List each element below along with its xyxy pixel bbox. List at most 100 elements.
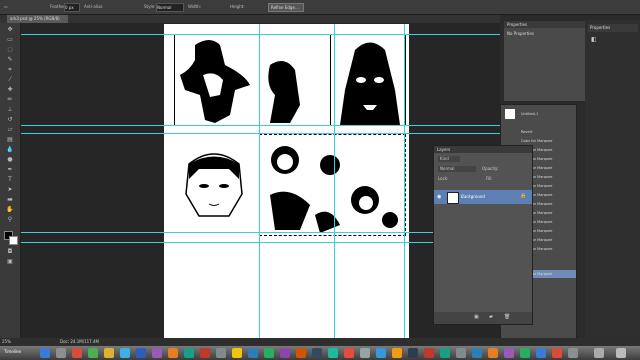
history-brush-icon[interactable]: ↺ (6, 117, 14, 123)
trash-dock-icon[interactable] (616, 348, 626, 358)
vertical-guide[interactable] (404, 24, 405, 339)
quick-mask-icon[interactable]: ◘ (6, 249, 14, 255)
app-icon[interactable] (472, 348, 482, 358)
brush-tool-icon[interactable]: ✏ (6, 97, 14, 103)
app-icon[interactable] (264, 348, 274, 358)
app-icon[interactable] (280, 348, 290, 358)
app-icon[interactable] (88, 348, 98, 358)
horizontal-guide[interactable] (21, 34, 500, 35)
antialias-checkbox[interactable]: Anti-alias (84, 4, 103, 9)
photoshop-icon[interactable] (136, 348, 146, 358)
zoom-level[interactable]: 25% (2, 338, 11, 346)
app-icon[interactable] (424, 348, 434, 358)
lasso-tool-icon[interactable]: ◌ (6, 47, 14, 53)
properties-panel: Properties No Properties (503, 20, 587, 102)
layer-row[interactable]: ◉ Background 🔒 (434, 190, 532, 204)
vertical-guide[interactable] (334, 24, 335, 339)
app-icon[interactable] (440, 348, 450, 358)
marquee-selection[interactable] (259, 134, 406, 236)
new-layer-icon[interactable]: ▣ (474, 314, 479, 320)
app-icon[interactable] (568, 348, 578, 358)
app-icon[interactable] (488, 348, 498, 358)
dodge-tool-icon[interactable]: ● (6, 157, 14, 163)
trash-icon[interactable]: 🗑 (504, 314, 510, 320)
folder-icon[interactable]: ▰ (489, 314, 493, 320)
properties-title[interactable]: Properties (504, 21, 586, 28)
screen-mode-icon[interactable]: ▣ (6, 259, 14, 265)
app-icon[interactable] (360, 348, 370, 358)
history-item[interactable]: Color for Marquee (521, 137, 576, 145)
launchpad-icon[interactable] (56, 348, 66, 358)
vertical-guide[interactable] (259, 24, 260, 339)
app-icon[interactable] (504, 348, 514, 358)
healing-tool-icon[interactable]: ✚ (6, 87, 14, 93)
safari-icon[interactable] (120, 348, 130, 358)
layers-footer: ▣ ▰ 🗑 (434, 312, 532, 324)
app-icon[interactable] (344, 348, 354, 358)
app-icon[interactable] (312, 348, 322, 358)
horizontal-guide[interactable] (21, 232, 500, 233)
app-icon[interactable] (520, 348, 530, 358)
snapshot-label[interactable]: Untitled-1 (521, 110, 576, 118)
document-page[interactable] (164, 24, 409, 339)
app-icon[interactable] (104, 348, 114, 358)
app-icon[interactable] (152, 348, 162, 358)
app-icon[interactable] (232, 348, 242, 358)
properties-tab[interactable]: Properties (588, 24, 638, 32)
app-icon[interactable] (392, 348, 402, 358)
snapshot-thumbnail[interactable] (505, 109, 515, 119)
app-icon[interactable] (328, 348, 338, 358)
eyedropper-tool-icon[interactable]: ⁄ (6, 77, 14, 83)
marquee-tool-icon[interactable]: ▭ (4, 4, 8, 9)
hand-tool-icon[interactable]: ✋ (6, 207, 14, 213)
layers-title[interactable]: Layers (434, 146, 532, 153)
shape-tool-icon[interactable]: ▬ (6, 197, 14, 203)
blur-tool-icon[interactable]: 💧 (6, 147, 14, 153)
photo-frame-1[interactable] (174, 34, 331, 126)
type-tool-icon[interactable]: T (6, 177, 14, 183)
layer-filter-select[interactable]: Kind (438, 156, 460, 162)
app-icon[interactable] (456, 348, 466, 358)
stamp-tool-icon[interactable]: ⊥ (6, 107, 14, 113)
app-icon[interactable] (552, 348, 562, 358)
app-icon[interactable] (184, 348, 194, 358)
finder-icon[interactable] (40, 348, 50, 358)
background-color-swatch[interactable] (9, 236, 18, 245)
history-item[interactable]: Revert (521, 128, 576, 136)
quick-select-tool-icon[interactable]: ✎ (6, 57, 14, 63)
photo-frame-3[interactable] (174, 144, 254, 224)
gradient-tool-icon[interactable]: ▤ (6, 137, 14, 143)
face-sketch (185, 153, 243, 217)
app-icon[interactable] (72, 348, 82, 358)
app-icon[interactable] (248, 348, 258, 358)
app-icon[interactable] (296, 348, 306, 358)
zoom-tool-icon[interactable]: ⚲ (6, 217, 14, 223)
downloads-icon[interactable] (594, 348, 604, 358)
crop-tool-icon[interactable]: ⌗ (6, 67, 14, 73)
layer-name[interactable]: Background (461, 194, 485, 199)
pen-tool-icon[interactable]: ✒ (6, 167, 14, 173)
horizontal-guide[interactable] (21, 133, 500, 134)
path-select-icon[interactable]: ➤ (6, 187, 14, 193)
marquee-tool-icon[interactable]: ▭ (6, 37, 14, 43)
style-select[interactable]: Normal (156, 3, 184, 12)
document-tab[interactable]: ark3.psd @ 25% (RGB/8) (7, 15, 68, 23)
app-icon[interactable] (376, 348, 386, 358)
adjustment-icon[interactable]: ◧ (591, 36, 601, 44)
horizontal-guide[interactable] (21, 125, 500, 126)
refine-edge-button[interactable]: Refine Edge... (268, 3, 304, 12)
app-icon[interactable] (216, 348, 226, 358)
photo-frame-2[interactable] (334, 34, 406, 126)
lock-label: Lock: (438, 176, 449, 181)
move-tool-icon[interactable]: ✥ (6, 27, 14, 33)
app-icon[interactable] (168, 348, 178, 358)
app-icon[interactable] (200, 348, 210, 358)
timeline-label[interactable]: Timeline (4, 349, 21, 354)
visibility-eye-icon[interactable]: ◉ (437, 194, 441, 200)
app-icon[interactable] (536, 348, 546, 358)
feather-input[interactable]: 0 px (64, 3, 80, 12)
blend-mode-select[interactable]: Normal (438, 166, 476, 172)
eraser-tool-icon[interactable]: ▱ (6, 127, 14, 133)
horizontal-guide[interactable] (21, 242, 500, 243)
app-icon[interactable] (408, 348, 418, 358)
